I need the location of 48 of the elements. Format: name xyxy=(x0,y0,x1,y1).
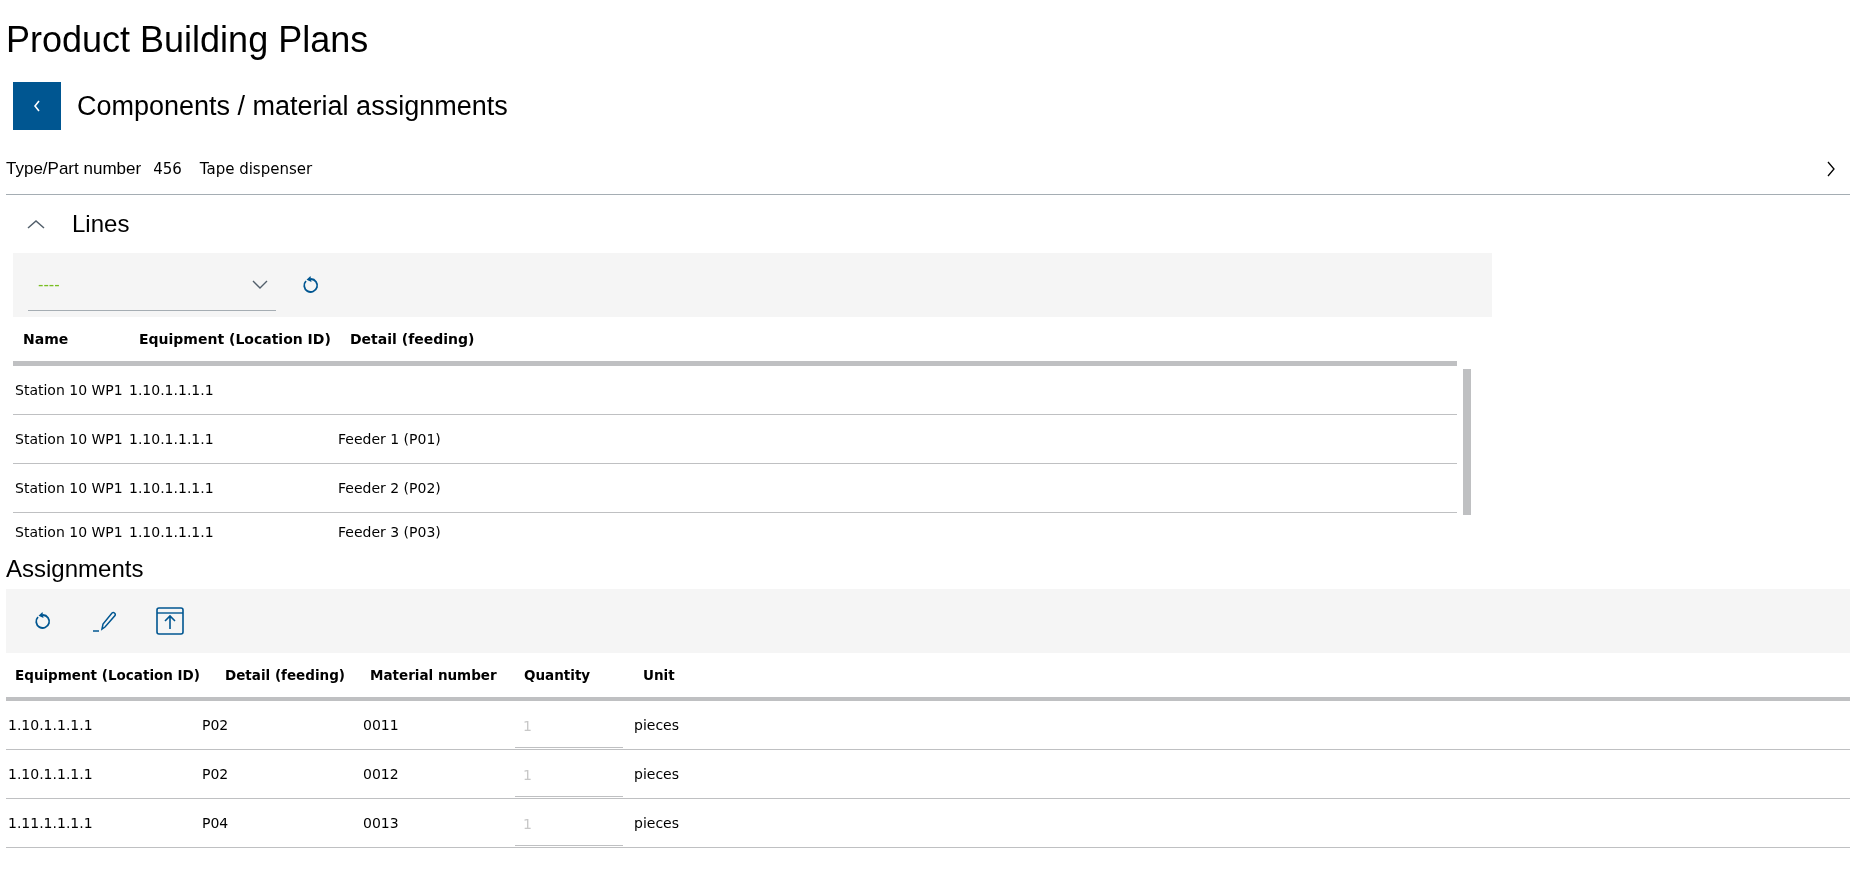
table-cell: Feeder 2 (P02) xyxy=(338,480,441,496)
assignments-heading: Assignments xyxy=(6,554,145,584)
table-cell: 1.10.1.1.1.1 xyxy=(8,717,93,733)
table-cell: pieces xyxy=(634,766,679,782)
table-cell: 0011 xyxy=(363,717,399,733)
table-cell: pieces xyxy=(634,717,679,733)
table-cell: 0012 xyxy=(363,766,399,782)
column-header: Equipment (Location ID) xyxy=(15,667,201,683)
table-cell: pieces xyxy=(634,815,679,831)
table-cell: P02 xyxy=(202,717,229,733)
upload-icon[interactable] xyxy=(156,606,184,636)
lines-heading: Lines xyxy=(72,210,130,238)
table-cell: 0013 xyxy=(363,815,399,831)
refresh-icon[interactable] xyxy=(34,611,52,631)
column-header: Quantity xyxy=(524,667,592,683)
table-cell: 1.10.1.1.1.1 xyxy=(129,480,214,496)
table-cell: Station 10 WP1 xyxy=(15,524,123,540)
table-cell: Station 10 WP1 xyxy=(15,480,123,496)
part-number: 456 xyxy=(153,160,182,178)
chevron-right-icon[interactable] xyxy=(1826,160,1836,178)
part-name: Tape dispenser xyxy=(199,160,313,178)
table-cell: 1.10.1.1.1.1 xyxy=(129,524,214,540)
refresh-icon[interactable] xyxy=(302,275,320,295)
page-title: Product Building Plans xyxy=(6,18,370,62)
edit-icon[interactable] xyxy=(92,609,116,633)
column-header: Detail (feeding) xyxy=(350,331,476,347)
column-header: Unit xyxy=(643,667,676,683)
table-cell: 1.10.1.1.1.1 xyxy=(8,766,93,782)
table-cell: Station 10 WP1 xyxy=(15,382,123,398)
line-dropdown[interactable]: ---- xyxy=(28,259,276,311)
table-cell: Feeder 3 (P03) xyxy=(338,524,441,540)
chevron-down-icon xyxy=(252,279,268,290)
table-cell: 1.10.1.1.1.1 xyxy=(129,382,214,398)
column-header: Detail (feeding) xyxy=(225,667,346,683)
table-cell: P04 xyxy=(202,815,229,831)
section-title: Components / material assignments xyxy=(77,90,508,122)
column-header: Equipment (Location ID) xyxy=(139,331,332,347)
table-cell: 1.10.1.1.1.1 xyxy=(129,431,214,447)
column-header: Material number xyxy=(370,667,498,683)
part-label: Type/Part number xyxy=(6,159,142,179)
column-header: Name xyxy=(23,331,70,347)
chevron-up-icon[interactable] xyxy=(26,218,46,230)
scrollbar[interactable] xyxy=(1463,369,1471,515)
table-cell: 1.11.1.1.1.1 xyxy=(8,815,93,831)
table-cell: P02 xyxy=(202,766,229,782)
table-cell: Station 10 WP1 xyxy=(15,431,123,447)
table-cell: Feeder 1 (P01) xyxy=(338,431,441,447)
chevron-left-icon xyxy=(32,99,42,113)
